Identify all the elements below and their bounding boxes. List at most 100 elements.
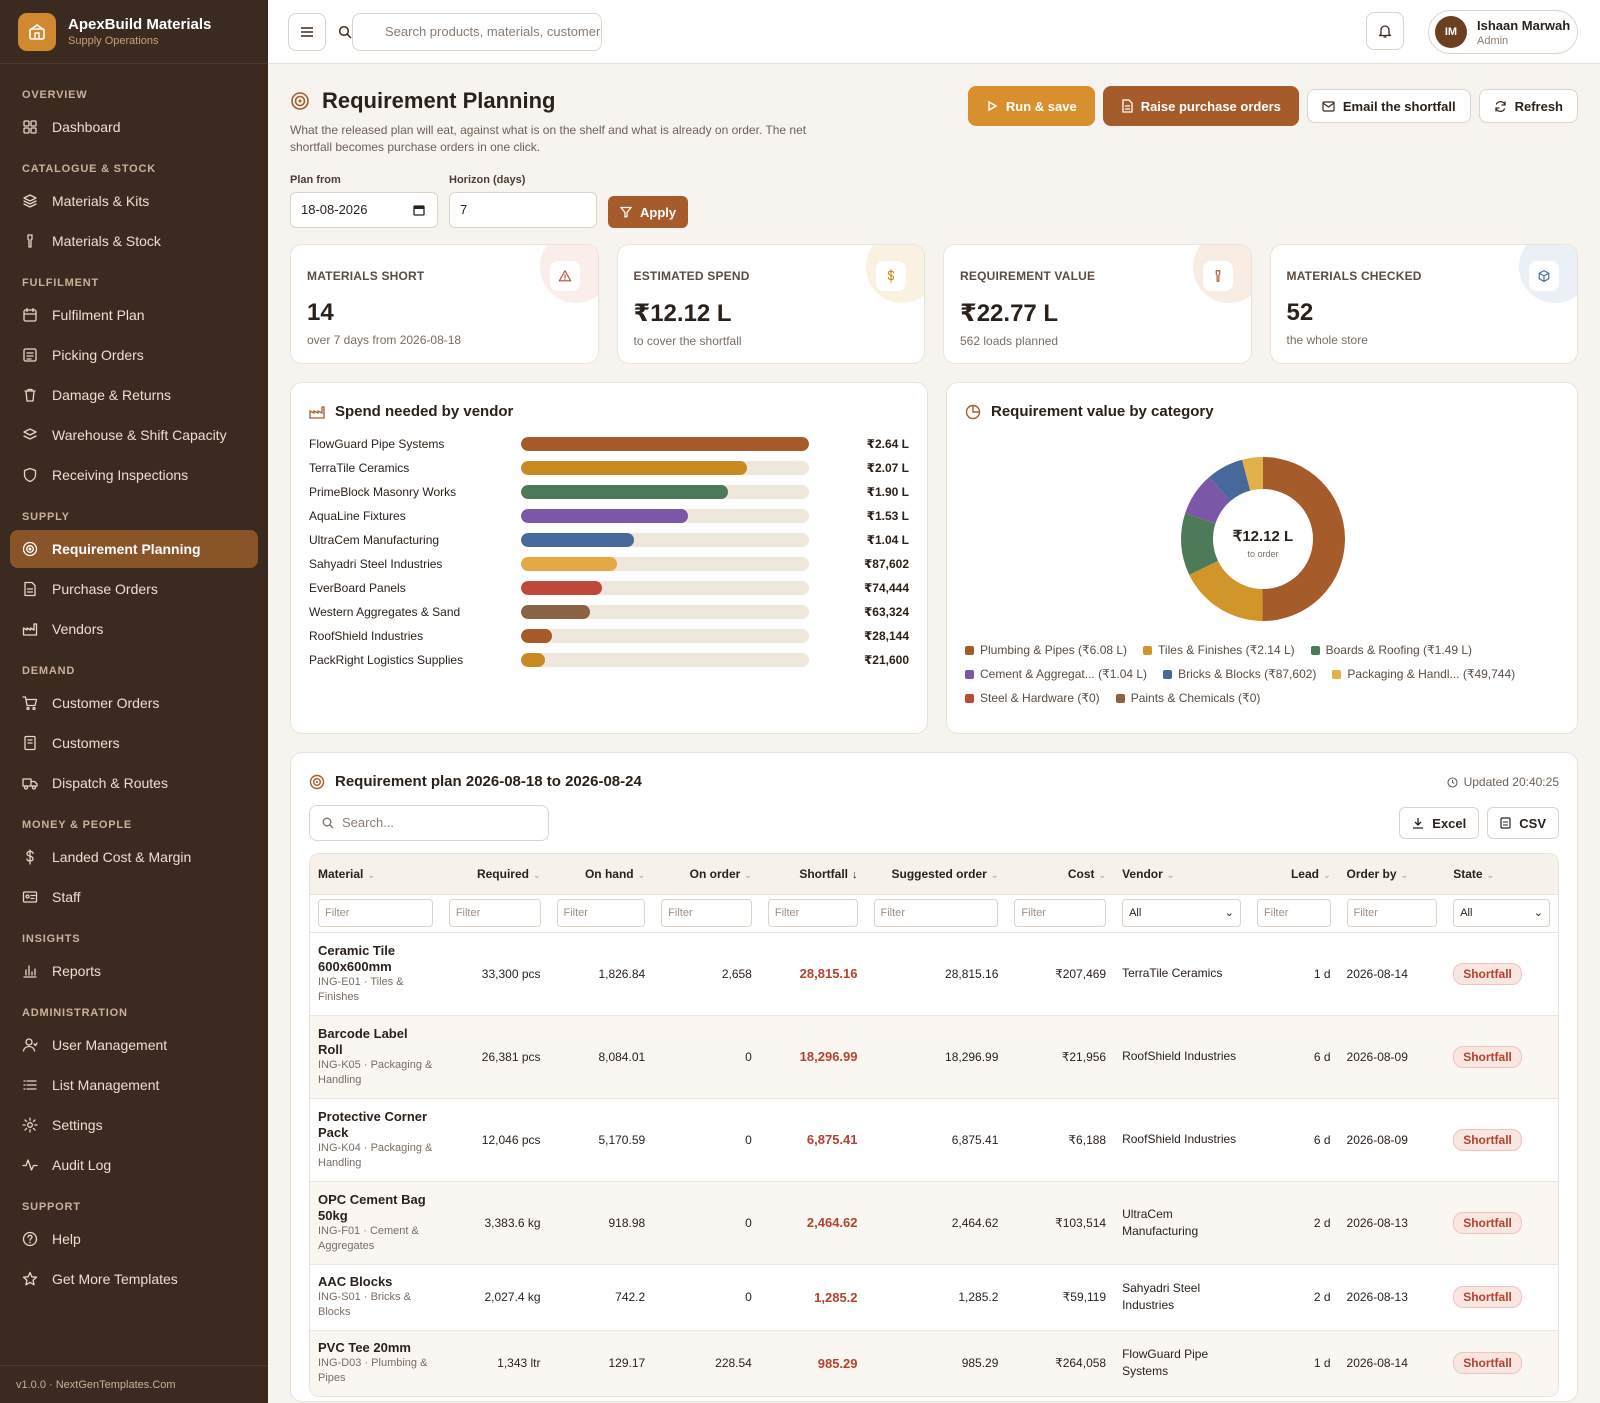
legend-item: Paints & Chemicals (₹0): [1115, 691, 1260, 705]
sidebar-item-get-more-templates[interactable]: Get More Templates: [10, 1260, 258, 1298]
column-header-label: Vendor: [1122, 866, 1163, 881]
table-row[interactable]: Protective Corner Pack ING-K04 · Packagin…: [310, 1097, 1558, 1181]
sidebar-item-materials-stock[interactable]: Materials & Stock: [10, 222, 258, 260]
column-filter-input[interactable]: Filter: [448, 899, 541, 927]
column-header[interactable]: Vendor ⌄: [1114, 854, 1249, 894]
sidebar-item-customer-orders[interactable]: Customer Orders: [10, 684, 258, 722]
column-header[interactable]: On hand ⌄: [548, 854, 654, 894]
material-code: ING-F01 · Cement & Aggregates: [318, 1224, 419, 1252]
column-filter-input[interactable]: Filter: [318, 899, 433, 927]
column-header[interactable]: Order by ⌄: [1338, 854, 1446, 894]
apply-button[interactable]: Apply: [608, 196, 689, 228]
column-header[interactable]: State ⌄: [1445, 854, 1558, 894]
cell-state: Shortfall: [1445, 1180, 1558, 1264]
global-search-input[interactable]: Search products, materials, customers: [352, 13, 602, 51]
sidebar-item-fulfilment-plan[interactable]: Fulfilment Plan: [10, 296, 258, 334]
column-header[interactable]: Required ⌄: [440, 854, 549, 894]
kpi-sub: to cover the shortfall: [633, 334, 742, 348]
export-buttons: Excel CSV: [1399, 807, 1559, 839]
cell-required: 2,027.4 kg: [440, 1263, 549, 1330]
sort-icon: ⌄: [532, 869, 541, 880]
csv-export-button[interactable]: CSV: [1487, 807, 1559, 839]
sidebar-item-purchase-orders[interactable]: Purchase Orders: [10, 570, 258, 608]
sidebar-item-reports[interactable]: Reports: [10, 952, 258, 990]
sidebar-item-landed-cost-margin[interactable]: Landed Cost & Margin: [10, 838, 258, 876]
column-header[interactable]: Lead ⌄: [1248, 854, 1339, 894]
excel-export-button[interactable]: Excel: [1399, 807, 1480, 839]
sidebar-item-settings[interactable]: Settings: [10, 1106, 258, 1144]
brand[interactable]: ApexBuild Materials Supply Operations: [0, 0, 268, 64]
column-filter-select[interactable]: All ⌄: [1122, 899, 1241, 927]
table-row[interactable]: PVC Tee 20mm ING-D03 · Plumbing & Pipes 1,…: [310, 1329, 1558, 1396]
sidebar-item-vendors[interactable]: Vendors: [10, 610, 258, 648]
requirement-plan-card: Requirement plan 2026-08-18 to 2026-08-2…: [290, 752, 1578, 1402]
user-menu[interactable]: IM Ishaan Marwah Admin: [1428, 10, 1578, 54]
sidebar-item-damage-returns[interactable]: Damage & Returns: [10, 376, 258, 414]
column-filter-input[interactable]: Filter: [1256, 899, 1331, 927]
nav-section-title: DEMAND: [22, 665, 76, 677]
sidebar-item-staff[interactable]: Staff: [10, 878, 258, 916]
sidebar-item-label: Fulfilment Plan: [52, 307, 145, 323]
column-filter-input[interactable]: Filter: [873, 899, 999, 927]
sidebar-item-receiving-inspections[interactable]: Receiving Inspections: [10, 456, 258, 494]
menu-toggle-button[interactable]: [288, 13, 326, 51]
sort-icon: ⌄: [1098, 869, 1107, 880]
notifications-button[interactable]: [1366, 12, 1404, 50]
refresh-button[interactable]: Refresh: [1478, 89, 1578, 123]
lead-value: 2 d: [1313, 1290, 1331, 1304]
shortfall-value: 2,464.62: [806, 1215, 858, 1230]
sidebar-item-warehouse-shift-capacity[interactable]: Warehouse & Shift Capacity: [10, 416, 258, 454]
cost-value: ₹103,514: [1055, 1215, 1107, 1230]
column-header[interactable]: Shortfall ↓: [759, 854, 866, 894]
sidebar-item-materials-kits[interactable]: Materials & Kits: [10, 182, 258, 220]
email-shortfall-button[interactable]: Email the shortfall: [1306, 89, 1471, 123]
cell-on-hand: 8,084.01: [548, 1014, 654, 1098]
sidebar-item-dashboard[interactable]: Dashboard: [10, 108, 258, 146]
category-donut-chart: ₹12.12 L to order: [1181, 457, 1346, 621]
column-filter-input[interactable]: Filter: [1014, 899, 1107, 927]
cell-cost: ₹59,119: [1006, 1263, 1115, 1330]
sidebar-item-help[interactable]: Help: [10, 1220, 258, 1258]
raise-purchase-orders-button[interactable]: Raise purchase orders: [1102, 86, 1299, 126]
sidebar-item-label: Landed Cost & Margin: [52, 849, 192, 865]
vendor-bar-value: ₹1.90 L: [866, 485, 909, 499]
column-header[interactable]: Suggested order ⌄: [865, 854, 1007, 894]
table-search-input[interactable]: Search...: [309, 805, 549, 841]
run-save-button[interactable]: Run & save: [967, 86, 1095, 126]
sidebar-item-requirement-planning[interactable]: Requirement Planning: [10, 530, 258, 568]
column-header[interactable]: Material ⌄: [310, 854, 441, 894]
column-header[interactable]: On order ⌄: [653, 854, 760, 894]
cell-suggested: 1,285.2: [865, 1263, 1007, 1330]
column-filter-input[interactable]: Filter: [556, 899, 646, 927]
column-filter-select[interactable]: All ⌄: [1453, 899, 1550, 927]
vendor-bar-track: [521, 653, 809, 667]
table-row[interactable]: Barcode Label Roll ING-K05 · Packaging & …: [310, 1014, 1558, 1098]
table-row[interactable]: OPC Cement Bag 50kg ING-F01 · Cement & Ag…: [310, 1180, 1558, 1264]
filter-cell: Filter: [1248, 893, 1339, 932]
sort-icon: ⌄: [1400, 869, 1409, 880]
sidebar-item-customers[interactable]: Customers: [10, 724, 258, 762]
kpi-sub: 562 loads planned: [960, 334, 1059, 348]
column-filter-input[interactable]: Filter: [661, 899, 752, 927]
sidebar-item-audit-log[interactable]: Audit Log: [10, 1146, 258, 1184]
target-icon: [309, 774, 325, 789]
table-row[interactable]: Ceramic Tile 600x600mm ING-E01 · Tiles & …: [310, 931, 1558, 1015]
sidebar-item-dispatch-routes[interactable]: Dispatch & Routes: [10, 764, 258, 802]
column-header[interactable]: Cost ⌄: [1006, 854, 1115, 894]
sidebar-item-label: Requirement Planning: [52, 541, 201, 557]
table-row[interactable]: AAC Blocks ING-S01 · Bricks & Blocks 2,027…: [310, 1263, 1558, 1330]
column-filter-input[interactable]: Filter: [1346, 899, 1438, 927]
sidebar-item-picking-orders[interactable]: Picking Orders: [10, 336, 258, 374]
nav-section-title: ADMINISTRATION: [22, 1007, 128, 1019]
sidebar-item-user-management[interactable]: User Management: [10, 1026, 258, 1064]
horizon-days-input[interactable]: 7: [449, 192, 597, 228]
cell-required: 1,343 ltr: [440, 1329, 549, 1396]
plan-from-date-input[interactable]: 18-08-2026: [290, 192, 438, 228]
cell-name: AAC Blocks ING-S01 · Bricks & Blocks: [310, 1263, 441, 1330]
vendor-bar: [521, 461, 747, 475]
column-filter-input[interactable]: Filter: [767, 899, 858, 927]
cell-suggested: 2,464.62: [865, 1180, 1007, 1264]
sort-icon: ⌄: [637, 869, 646, 880]
cell-on-hand: 129.17: [548, 1329, 654, 1396]
sidebar-item-list-management[interactable]: List Management: [10, 1066, 258, 1104]
